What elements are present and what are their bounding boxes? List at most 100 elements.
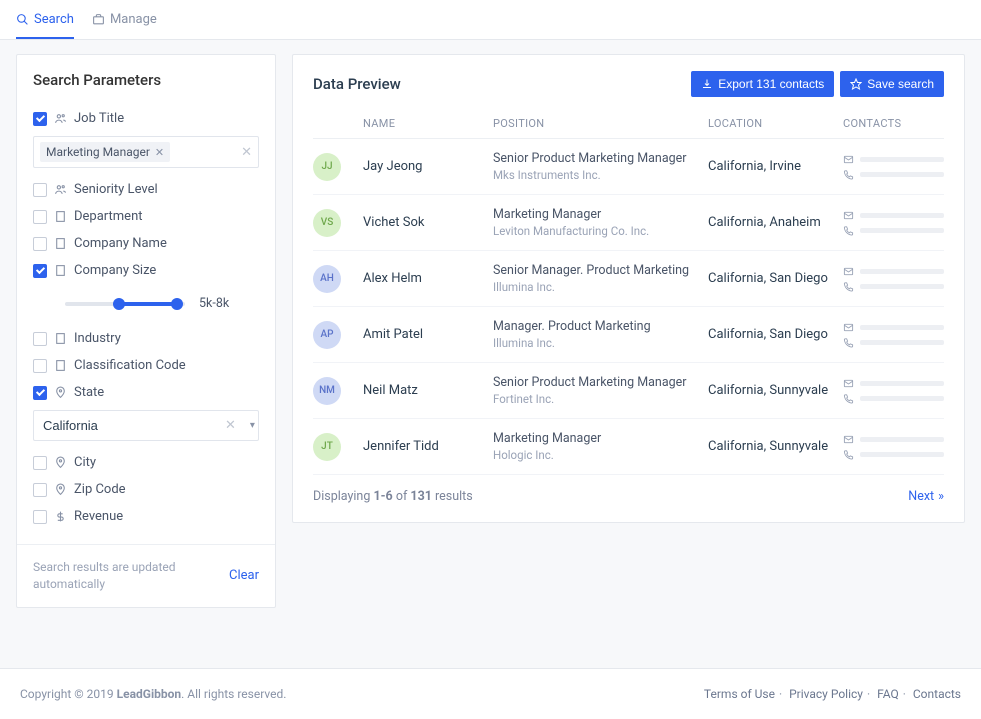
state-input[interactable] bbox=[43, 418, 219, 433]
param-label: State bbox=[74, 385, 104, 400]
mail-icon bbox=[843, 434, 854, 445]
footer-terms[interactable]: Terms of Use bbox=[704, 687, 775, 701]
building-icon bbox=[54, 264, 67, 277]
param-label: Seniority Level bbox=[74, 182, 158, 197]
row-name: Vichet Sok bbox=[363, 215, 493, 230]
param-department[interactable]: Department bbox=[33, 203, 259, 230]
email-contact[interactable] bbox=[843, 434, 944, 445]
param-city[interactable]: City bbox=[33, 449, 259, 476]
param-company-name[interactable]: Company Name bbox=[33, 230, 259, 257]
tab-manage[interactable]: Manage bbox=[92, 0, 157, 39]
slider-handle-max[interactable] bbox=[171, 298, 183, 310]
building-icon bbox=[54, 359, 67, 372]
next-button[interactable]: Next » bbox=[908, 489, 944, 504]
city-checkbox[interactable] bbox=[33, 456, 47, 470]
revenue-checkbox[interactable] bbox=[33, 510, 47, 524]
state-select[interactable]: ✕ ▾ bbox=[33, 410, 259, 441]
phone-contact[interactable] bbox=[843, 393, 944, 404]
row-location: California, Sunnyvale bbox=[708, 439, 843, 454]
email-contact[interactable] bbox=[843, 154, 944, 165]
param-company-size[interactable]: Company Size bbox=[33, 257, 259, 284]
mail-icon bbox=[843, 154, 854, 165]
phone-contact[interactable] bbox=[843, 449, 944, 460]
row-company: Mks Instruments Inc. bbox=[493, 168, 708, 182]
row-location: California, San Diego bbox=[708, 327, 843, 342]
row-location: California, Anaheim bbox=[708, 215, 843, 230]
chevron-right-icon: » bbox=[938, 489, 944, 504]
row-name: Neil Matz bbox=[363, 383, 493, 398]
phone-contact[interactable] bbox=[843, 225, 944, 236]
param-industry[interactable]: Industry bbox=[33, 325, 259, 352]
company-size-checkbox[interactable] bbox=[33, 264, 47, 278]
param-job-title[interactable]: Job Title bbox=[33, 105, 259, 132]
tab-search-label: Search bbox=[34, 12, 74, 27]
building-icon bbox=[54, 210, 67, 223]
table-row[interactable]: VS Vichet Sok Marketing Manager Leviton … bbox=[313, 195, 944, 251]
download-icon bbox=[701, 78, 713, 90]
table-row[interactable]: AP Amit Patel Manager. Product Marketing… bbox=[313, 307, 944, 363]
star-icon bbox=[850, 78, 862, 90]
row-location: California, Irvine bbox=[708, 159, 843, 174]
state-clear-icon[interactable]: ✕ bbox=[219, 418, 242, 433]
param-label: Industry bbox=[74, 331, 121, 346]
copyright: Copyright © 2019 LeadGibbon. All rights … bbox=[20, 687, 286, 701]
col-location: LOCATION bbox=[708, 117, 843, 130]
table-row[interactable]: JJ Jay Jeong Senior Product Marketing Ma… bbox=[313, 139, 944, 195]
seniority-checkbox[interactable] bbox=[33, 183, 47, 197]
export-button[interactable]: Export 131 contacts bbox=[691, 71, 834, 97]
input-clear-icon[interactable]: ✕ bbox=[241, 145, 252, 160]
email-contact[interactable] bbox=[843, 266, 944, 277]
job-title-checkbox[interactable] bbox=[33, 112, 47, 126]
row-position: Manager. Product Marketing bbox=[493, 319, 708, 334]
row-company: Fortinet Inc. bbox=[493, 392, 708, 406]
building-icon bbox=[54, 237, 67, 250]
row-name: Jay Jeong bbox=[363, 159, 493, 174]
mail-icon bbox=[843, 210, 854, 221]
avatar: NM bbox=[313, 377, 341, 405]
company-size-slider[interactable] bbox=[65, 302, 185, 306]
job-title-chip[interactable]: Marketing Manager ✕ bbox=[40, 142, 170, 162]
phone-contact[interactable] bbox=[843, 169, 944, 180]
row-position: Marketing Manager bbox=[493, 207, 708, 222]
param-label: Revenue bbox=[74, 509, 123, 524]
phone-icon bbox=[843, 281, 854, 292]
slider-handle-min[interactable] bbox=[113, 298, 125, 310]
save-search-button[interactable]: Save search bbox=[840, 71, 944, 97]
table-row[interactable]: JT Jennifer Tidd Marketing Manager Holog… bbox=[313, 419, 944, 475]
data-preview-panel: Data Preview Export 131 contacts Save se… bbox=[292, 54, 965, 523]
people-icon bbox=[54, 112, 67, 125]
zip-checkbox[interactable] bbox=[33, 483, 47, 497]
email-contact[interactable] bbox=[843, 322, 944, 333]
phone-contact[interactable] bbox=[843, 337, 944, 348]
sidebar-title: Search Parameters bbox=[17, 55, 275, 97]
clear-button[interactable]: Clear bbox=[229, 568, 259, 583]
param-seniority[interactable]: Seniority Level bbox=[33, 176, 259, 203]
footer-contacts[interactable]: Contacts bbox=[913, 687, 961, 701]
param-classification[interactable]: Classification Code bbox=[33, 352, 259, 379]
department-checkbox[interactable] bbox=[33, 210, 47, 224]
footer-privacy[interactable]: Privacy Policy bbox=[789, 687, 863, 701]
table-row[interactable]: NM Neil Matz Senior Product Marketing Ma… bbox=[313, 363, 944, 419]
param-revenue[interactable]: Revenue bbox=[33, 503, 259, 530]
param-state[interactable]: State bbox=[33, 379, 259, 406]
row-location: California, Sunnyvale bbox=[708, 383, 843, 398]
results-count: Displaying 1-6 of 131 results bbox=[313, 489, 473, 504]
company-name-checkbox[interactable] bbox=[33, 237, 47, 251]
row-company: Illumina Inc. bbox=[493, 336, 708, 350]
industry-checkbox[interactable] bbox=[33, 332, 47, 346]
state-checkbox[interactable] bbox=[33, 386, 47, 400]
footer-faq[interactable]: FAQ bbox=[877, 687, 899, 701]
job-title-input[interactable]: Marketing Manager ✕ ✕ bbox=[33, 136, 259, 168]
table-row[interactable]: AH Alex Helm Senior Manager. Product Mar… bbox=[313, 251, 944, 307]
classification-checkbox[interactable] bbox=[33, 359, 47, 373]
email-contact[interactable] bbox=[843, 378, 944, 389]
email-contact[interactable] bbox=[843, 210, 944, 221]
phone-contact[interactable] bbox=[843, 281, 944, 292]
search-icon bbox=[16, 13, 29, 26]
tab-search[interactable]: Search bbox=[16, 0, 74, 39]
dollar-icon bbox=[54, 510, 67, 523]
chip-remove-icon[interactable]: ✕ bbox=[155, 146, 164, 159]
param-zip[interactable]: Zip Code bbox=[33, 476, 259, 503]
chevron-down-icon[interactable]: ▾ bbox=[242, 420, 255, 431]
phone-icon bbox=[843, 169, 854, 180]
